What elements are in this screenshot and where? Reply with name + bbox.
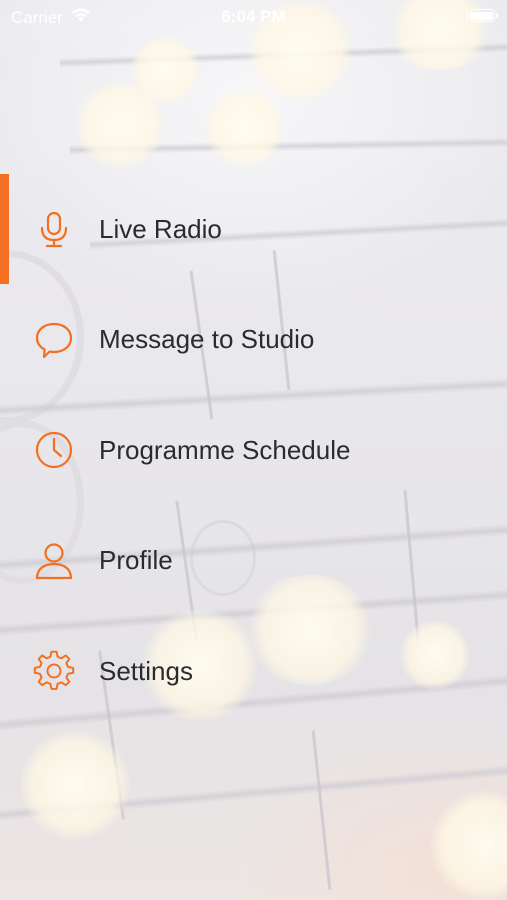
bokeh-light-decoration	[205, 88, 285, 168]
menu-item-label: Profile	[99, 545, 173, 576]
side-menu: Live Radio Message to Studio Programme S…	[0, 174, 507, 727]
chat-bubble-icon	[33, 319, 75, 361]
microphone-icon	[33, 208, 75, 250]
menu-item-programme-schedule[interactable]: Programme Schedule	[0, 395, 507, 506]
gear-icon	[33, 650, 75, 692]
bokeh-light-decoration	[430, 790, 507, 900]
status-bar: Carrier 6:04 PM	[0, 0, 507, 34]
clock-icon	[33, 429, 75, 471]
menu-item-live-radio[interactable]: Live Radio	[0, 174, 507, 285]
menu-item-message-to-studio[interactable]: Message to Studio	[0, 285, 507, 396]
user-icon	[33, 540, 75, 582]
status-time: 6:04 PM	[221, 7, 286, 26]
battery-icon	[467, 9, 498, 22]
bokeh-light-decoration	[130, 35, 200, 105]
menu-item-profile[interactable]: Profile	[0, 506, 507, 617]
menu-item-label: Settings	[99, 655, 193, 686]
menu-item-label: Live Radio	[99, 213, 222, 244]
menu-item-label: Message to Studio	[99, 324, 315, 355]
menu-item-label: Programme Schedule	[99, 434, 351, 465]
note-stem-decoration	[311, 730, 332, 890]
bokeh-light-decoration	[20, 730, 130, 840]
menu-item-settings[interactable]: Settings	[0, 616, 507, 727]
